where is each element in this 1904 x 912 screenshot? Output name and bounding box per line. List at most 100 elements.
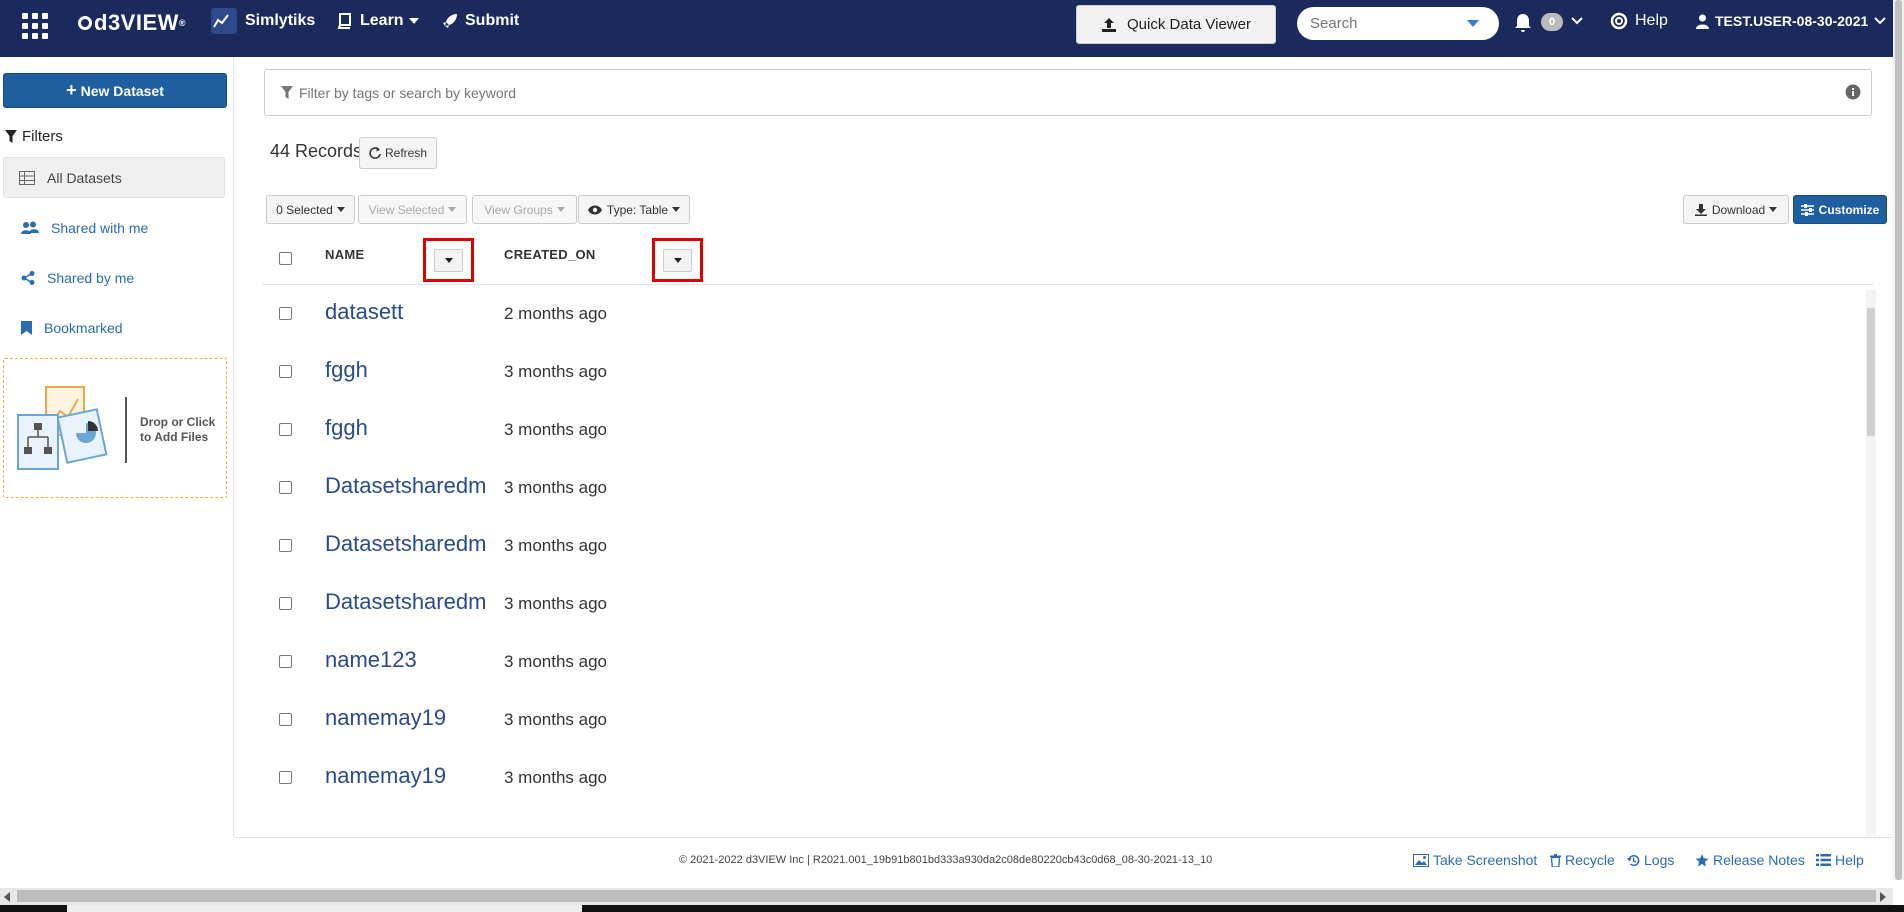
sidebar-item-label: All Datasets (47, 169, 122, 186)
scroll-right-arrow-icon[interactable] (1880, 892, 1886, 902)
trash-icon (1550, 853, 1561, 867)
sidebar-item-label: Shared with me (51, 219, 149, 236)
sidebar: + New Dataset Filters All Datasets Share… (0, 57, 234, 837)
column-header-name[interactable]: NAME (325, 247, 364, 262)
view-selected-label: View Selected (368, 202, 445, 217)
scroll-left-arrow-icon[interactable] (4, 892, 10, 902)
take-screenshot-link[interactable]: Take Screenshot (1413, 852, 1537, 868)
table-scrollbar[interactable] (1866, 290, 1876, 836)
dropzone-text: Drop or Click to Add Files (140, 415, 226, 445)
created-on-column-menu-button[interactable] (663, 249, 692, 272)
dataset-name-link[interactable]: Datasetsharedm (325, 473, 486, 499)
quick-data-viewer-label: Quick Data Viewer (1127, 16, 1251, 33)
nav-submit[interactable]: Submit (442, 0, 519, 42)
table-row: fggh 3 months ago (262, 401, 1862, 459)
row-checkbox[interactable] (279, 307, 292, 320)
dataset-name-link[interactable]: name123 (325, 647, 417, 673)
customize-button[interactable]: Customize (1793, 195, 1887, 224)
notification-count-badge[interactable]: 0 (1541, 13, 1563, 31)
download-dropdown[interactable]: Download (1683, 195, 1789, 224)
dataset-name-link[interactable]: namemay19 (325, 705, 446, 731)
logs-label: Logs (1644, 852, 1675, 868)
nav-learn-label: Learn (360, 12, 404, 29)
horizontal-scrollbar[interactable] (0, 888, 1893, 905)
sidebar-item-all-datasets[interactable]: All Datasets (3, 157, 225, 198)
created-on-cell: 3 months ago (504, 536, 608, 555)
tag-filter-input[interactable] (299, 84, 1799, 101)
funnel-icon (5, 130, 17, 143)
download-label: Download (1711, 202, 1766, 217)
rocket-icon (443, 14, 457, 28)
dataset-name-link[interactable]: fggh (325, 415, 368, 441)
dataset-name-link[interactable]: Datasetsharedm (325, 589, 486, 615)
row-checkbox[interactable] (279, 713, 292, 726)
view-groups-label: View Groups (484, 202, 553, 217)
row-checkbox[interactable] (279, 481, 292, 494)
table-row: datasett 2 months ago (262, 285, 1862, 343)
caret-down-icon (444, 258, 453, 263)
created-on-column-menu-highlight (652, 238, 703, 282)
recycle-link[interactable]: Recycle (1550, 852, 1615, 868)
row-checkbox[interactable] (279, 655, 292, 668)
history-icon (1627, 854, 1640, 866)
table-row: name123 3 months ago (262, 633, 1862, 691)
user-icon (1696, 14, 1709, 29)
logo-registered-mark: ® (178, 18, 187, 28)
nav-learn[interactable]: Learn (337, 0, 419, 42)
row-checkbox[interactable] (279, 597, 292, 610)
username-label: TEST.USER-08-30-2021 (1715, 13, 1869, 29)
quick-data-viewer-button[interactable]: Quick Data Viewer (1076, 5, 1276, 44)
user-menu[interactable]: TEST.USER-08-30-2021 (1696, 0, 1892, 42)
row-checkbox[interactable] (279, 771, 292, 784)
dataset-name-link[interactable]: namemay19 (325, 763, 446, 789)
row-checkbox[interactable] (279, 423, 292, 436)
dataset-name-link[interactable]: fggh (325, 357, 368, 383)
info-icon[interactable] (1845, 84, 1861, 100)
sidebar-item-bookmarked[interactable]: Bookmarked (3, 307, 225, 348)
search-dropdown-icon[interactable] (1467, 20, 1479, 27)
footer-help-link[interactable]: Help (1816, 852, 1864, 868)
select-all-checkbox[interactable] (279, 252, 292, 265)
sidebar-item-shared-with-me[interactable]: Shared with me (3, 207, 225, 248)
horizontal-scrollbar-thumb[interactable] (17, 890, 1876, 902)
page-vertical-scrollbar[interactable] (1893, 0, 1904, 880)
download-icon (1694, 203, 1707, 216)
sidebar-item-shared-by-me[interactable]: Shared by me (3, 257, 225, 298)
apps-grid-icon[interactable] (22, 13, 48, 39)
page-scrollbar-thumb[interactable] (1895, 0, 1902, 880)
release-notes-link[interactable]: Release Notes (1695, 852, 1805, 868)
chart-icon (211, 8, 237, 34)
view-groups-dropdown[interactable]: View Groups (472, 195, 577, 224)
name-column-menu-button[interactable] (434, 249, 463, 272)
sliders-icon (1800, 203, 1814, 216)
view-selected-dropdown[interactable]: View Selected (358, 195, 467, 224)
column-header-created-on[interactable]: CREATED_ON (504, 247, 596, 262)
dataset-name-link[interactable]: datasett (325, 299, 403, 325)
dataset-name-link[interactable]: Datasetsharedm (325, 531, 486, 557)
created-on-cell: 3 months ago (504, 768, 608, 787)
nav-simlytiks[interactable]: Simlytiks (211, 0, 315, 42)
nav-help[interactable]: Help (1610, 0, 1668, 42)
row-checkbox[interactable] (279, 539, 292, 552)
search-input[interactable] (1297, 15, 1467, 32)
logs-link[interactable]: Logs (1627, 852, 1674, 868)
dropzone-divider (125, 397, 127, 463)
file-dropzone[interactable]: Drop or Click to Add Files (3, 358, 227, 498)
recycle-label: Recycle (1565, 852, 1615, 868)
chevron-down-icon[interactable] (1571, 16, 1583, 26)
table-row: Datasetsharedm 3 months ago (262, 459, 1862, 517)
d3view-logo[interactable]: d3VIEW ® (78, 10, 186, 36)
bell-icon[interactable] (1514, 13, 1532, 33)
selected-dropdown[interactable]: 0 Selected (266, 195, 355, 224)
sidebar-item-label: Bookmarked (44, 319, 123, 336)
row-checkbox[interactable] (279, 365, 292, 378)
sidebar-item-label: Shared by me (47, 269, 135, 286)
new-dataset-button[interactable]: + New Dataset (3, 73, 227, 108)
bookmark-icon (21, 320, 32, 335)
logo-text: d3VIEW (94, 10, 179, 35)
dropzone-text-line-2: to Add Files (140, 430, 209, 444)
view-type-dropdown[interactable]: Type: Table (578, 195, 690, 224)
top-navbar: d3VIEW ® Simlytiks Learn Submit Quick Dat… (0, 0, 1904, 57)
refresh-button[interactable]: Refresh (359, 137, 437, 169)
table-scrollbar-thumb[interactable] (1867, 308, 1875, 436)
